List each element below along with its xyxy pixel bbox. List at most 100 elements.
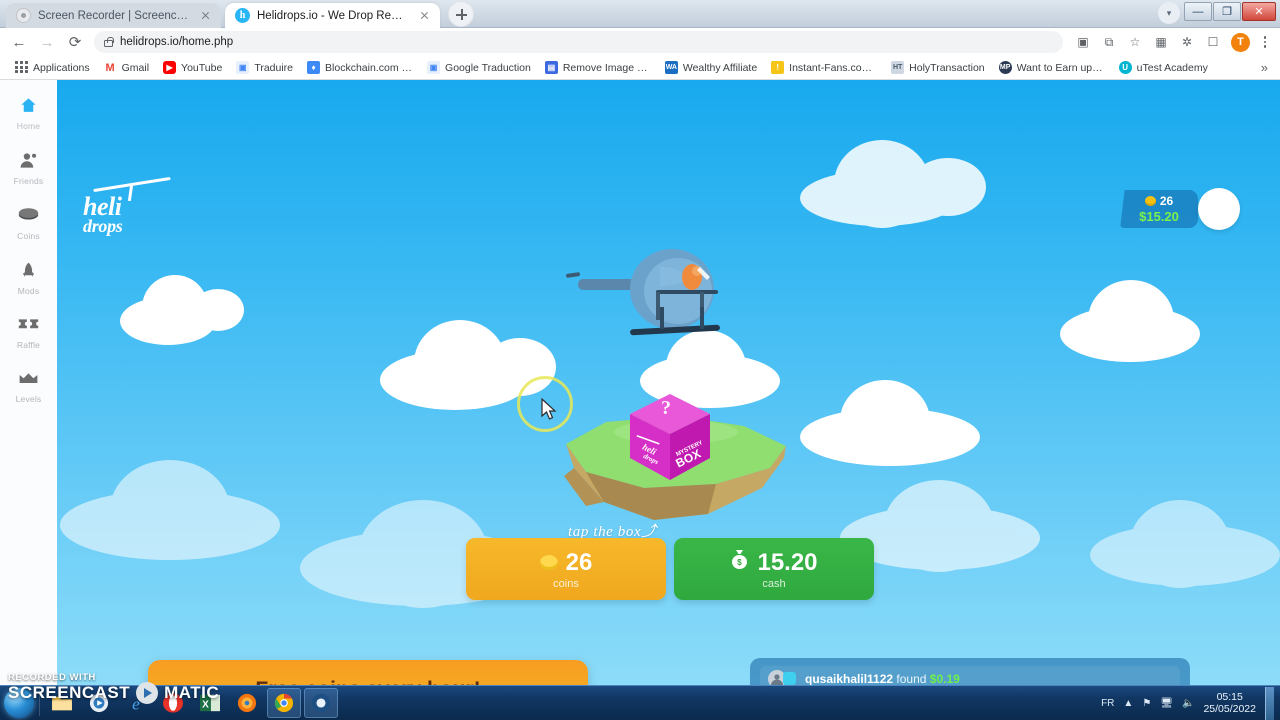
bookmark-remove-image-bac[interactable]: ▤ Remove Image Bac... — [538, 61, 658, 74]
sidebar-item-coins[interactable]: Coins — [0, 206, 57, 241]
coin-icon — [1144, 196, 1156, 206]
bookmark-blockchain[interactable]: ♦ Blockchain.com Wal... — [300, 61, 420, 74]
bookmark-want-to-earn[interactable]: MP Want to Earn up to... — [992, 61, 1112, 74]
browser-toolbar: ← → ⟳ helidrops.io/home.php ▣ ⧉ ☆ ▦ ✲ ☐ … — [0, 28, 1280, 56]
list-item: qusaikhalil1122 found $0.19 — [760, 666, 1180, 685]
raffle-icon — [18, 316, 39, 338]
bookmark-label: Traduire — [254, 61, 294, 74]
feed-username: qusaikhalil1122 — [805, 672, 894, 685]
taskbar-firefox[interactable] — [230, 688, 264, 718]
bookmark-holytransaction[interactable]: HT HolyTransaction — [884, 61, 991, 74]
chevron-down-icon[interactable]: ▾ — [1158, 2, 1180, 24]
coins-card-value: 26 — [565, 548, 593, 576]
levels-icon — [18, 370, 39, 392]
sidebar-item-home[interactable]: Home — [0, 96, 57, 131]
watermark-line2: SCREENCAST MATIC — [8, 682, 219, 704]
bookmark-applications[interactable]: Applications — [8, 61, 97, 74]
recorder-icon — [16, 8, 31, 23]
balance-coins: 26 — [1144, 194, 1173, 208]
game-canvas: heli drops Home Friends Coins Mods Raffl… — [0, 80, 1280, 685]
coins-card-label: coins — [553, 577, 579, 590]
close-icon[interactable] — [198, 8, 213, 23]
network-icon[interactable]: 🖥 — [1160, 698, 1173, 709]
screen: Screen Recorder | Screencast-O h Helidro… — [0, 0, 1280, 720]
minimize-button[interactable]: — — [1184, 2, 1212, 21]
svg-text:?: ? — [661, 397, 671, 419]
friends-icon — [19, 151, 38, 174]
forward-icon[interactable]: → — [34, 29, 60, 55]
volume-icon[interactable]: 🔈 — [1182, 698, 1194, 709]
window-controls: — ❐ ✕ — [1184, 2, 1276, 21]
browser-tab-1[interactable]: h Helidrops.io - We Drop Rewards! — [225, 3, 440, 28]
bookmark-gmail[interactable]: M Gmail — [97, 61, 156, 74]
holytransaction-icon: HT — [891, 61, 905, 74]
new-tab-button[interactable] — [448, 1, 474, 27]
tray-date: 25/05/2022 — [1203, 703, 1256, 715]
gmail-icon: M — [103, 61, 117, 74]
profile-avatar[interactable]: T — [1231, 32, 1250, 52]
sidebar-item-label: Levels — [15, 394, 42, 404]
back-icon[interactable]: ← — [6, 29, 32, 55]
balance-cash-value: $15.20 — [1139, 209, 1179, 224]
extension-screenshot-icon[interactable]: ▦ — [1149, 30, 1173, 54]
coins-card[interactable]: 26 coins — [466, 538, 666, 600]
taskbar-recorder[interactable] — [304, 688, 338, 718]
bookmark-star-icon[interactable]: ☆ — [1123, 30, 1147, 54]
logo-line1: heli — [83, 192, 122, 221]
bookmark-label: HolyTransaction — [909, 61, 985, 74]
coin-icon — [539, 555, 558, 570]
avatar[interactable] — [1198, 188, 1240, 230]
tray-language[interactable]: FR — [1101, 698, 1114, 709]
translate-icon[interactable]: ▣ — [1071, 30, 1095, 54]
bookmark-label: YouTube — [181, 61, 223, 74]
chrome-menu-icon[interactable] — [1256, 33, 1274, 51]
user-avatar-icon — [1199, 189, 1239, 229]
side-panel-icon[interactable]: ☐ — [1201, 30, 1225, 54]
close-icon[interactable] — [417, 8, 432, 23]
bookmark-youtube[interactable]: ▶ YouTube — [156, 61, 229, 74]
helidrops-icon: h — [235, 8, 250, 23]
home-icon — [19, 96, 38, 119]
game-logo[interactable]: heli drops — [83, 176, 171, 235]
bookmark-label: uTest Academy — [1136, 61, 1208, 74]
network-flag-icon[interactable]: ⚑ — [1142, 698, 1151, 709]
taskbar-chrome[interactable] — [267, 688, 301, 718]
helicopter-illustration — [560, 245, 725, 345]
apps-grid-icon — [15, 61, 28, 74]
bookmark-label: Applications — [33, 61, 90, 74]
sidebar-item-levels[interactable]: Levels — [0, 370, 57, 404]
balance-widget[interactable]: 26 $15.20 — [1120, 190, 1198, 228]
bookmark-traduire[interactable]: ▣ Traduire — [229, 61, 300, 74]
activity-feed: qusaikhalil1122 found $0.19 Shaza1234567… — [750, 658, 1190, 685]
bookmark-instant-fans[interactable]: ! Instant-Fans.com -... — [764, 61, 884, 74]
bookmark-wealthy-affiliate[interactable]: WA Wealthy Affiliate — [658, 61, 764, 74]
mystery-box[interactable]: ? heli drops MYSTERY BOX — [626, 392, 714, 484]
sidebar-item-friends[interactable]: Friends — [0, 151, 57, 186]
cash-card-label: cash — [762, 577, 786, 590]
remove-bg-icon: ▤ — [544, 61, 558, 74]
show-hidden-icon[interactable]: ▲ — [1123, 698, 1133, 709]
bookmark-label: Blockchain.com Wal... — [325, 61, 413, 74]
svg-text:$: $ — [738, 558, 743, 567]
extensions-puzzle-icon[interactable]: ✲ — [1175, 30, 1199, 54]
sidebar-item-label: Home — [16, 121, 41, 131]
screencast-watermark: RECORDED WITH SCREENCAST MATIC — [8, 672, 219, 704]
bookmark-utest-academy[interactable]: U uTest Academy — [1112, 61, 1215, 74]
bookmarks-overflow-icon[interactable]: » — [1261, 60, 1272, 75]
tray-clock[interactable]: 05:15 25/05/2022 — [1203, 691, 1256, 715]
watermark-matic: MATIC — [164, 683, 220, 702]
lock-icon — [104, 36, 114, 47]
browser-tab-0[interactable]: Screen Recorder | Screencast-O — [6, 3, 221, 28]
game-sidebar: Home Friends Coins Mods Raffle Levels — [0, 80, 57, 685]
share-icon[interactable]: ⧉ — [1097, 30, 1121, 54]
maximize-button[interactable]: ❐ — [1213, 2, 1241, 21]
sidebar-item-raffle[interactable]: Raffle — [0, 316, 57, 350]
show-desktop-button[interactable] — [1265, 686, 1274, 720]
coins-icon — [18, 206, 39, 229]
sidebar-item-mods[interactable]: Mods — [0, 261, 57, 296]
address-bar[interactable]: helidrops.io/home.php — [94, 31, 1063, 53]
close-window-button[interactable]: ✕ — [1242, 2, 1276, 21]
cash-card[interactable]: $ 15.20 cash — [674, 538, 874, 600]
reload-icon[interactable]: ⟳ — [62, 29, 88, 55]
bookmark-google-traduction[interactable]: ▣ Google Traduction — [420, 61, 538, 74]
